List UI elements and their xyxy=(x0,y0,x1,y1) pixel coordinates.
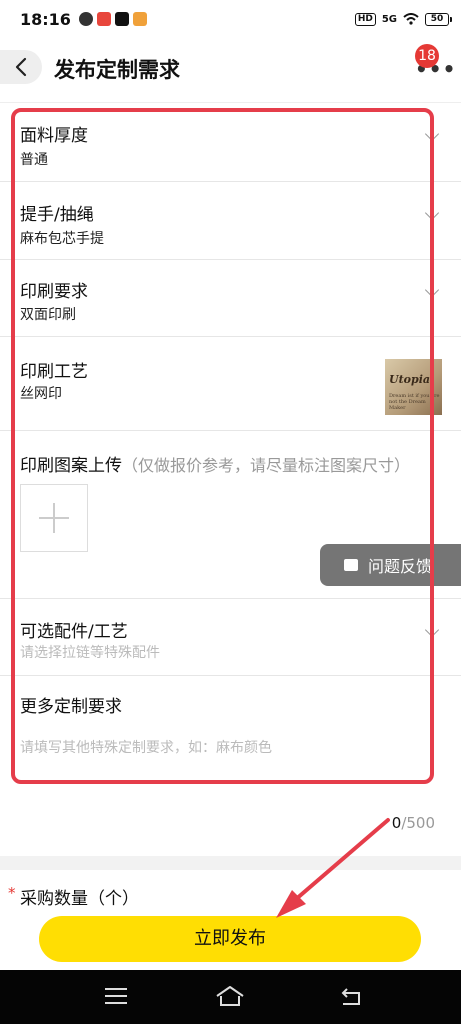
pattern-upload-label: 印刷图案上传（仅做报价参考，请尽量标注图案尺寸） xyxy=(20,451,410,476)
battery-icon: 50 xyxy=(425,12,452,26)
status-time: 18:16 xyxy=(20,9,71,29)
signal-indicator: 5G xyxy=(381,13,397,25)
more-menu-button[interactable]: ••• 18 xyxy=(413,44,455,79)
print-requirement-value: 双面印刷 xyxy=(20,307,76,323)
fabric-thickness-label: 面料厚度 xyxy=(20,126,88,146)
required-mark: * xyxy=(8,884,16,902)
page-title: 发布定制需求 xyxy=(54,58,180,82)
notification-badge: 18 xyxy=(415,44,439,68)
pattern-upload-title: 印刷图案上传 xyxy=(20,456,122,476)
fabric-thickness-value: 普通 xyxy=(20,152,48,168)
back-nav-icon[interactable] xyxy=(338,984,364,1008)
more-requirements-label: 更多定制要求 xyxy=(20,697,122,717)
print-process-value: 丝网印 xyxy=(20,386,62,402)
chevron-down-icon xyxy=(424,205,440,221)
handle-rope-label: 提手/抽绳 xyxy=(20,205,94,225)
chevron-down-icon xyxy=(424,282,440,298)
print-requirement-label: 印刷要求 xyxy=(20,282,88,302)
hd-indicator: HD xyxy=(354,12,376,26)
quantity-label: 采购数量（个） xyxy=(20,889,139,909)
back-button[interactable] xyxy=(0,50,42,84)
chevron-left-icon xyxy=(15,57,27,77)
thumbnail-subtext: Dream ist if you are not the Dream Maker xyxy=(389,393,440,411)
print-requirement-row[interactable]: 印刷要求 双面印刷 xyxy=(0,260,461,337)
plus-icon-vertical xyxy=(53,503,55,533)
section-separator xyxy=(0,856,461,870)
char-count-max: /500 xyxy=(401,814,435,832)
handle-rope-value: 麻布包芯手提 xyxy=(20,231,104,247)
publish-button[interactable]: 立即发布 xyxy=(39,916,421,962)
shop-app-icon xyxy=(96,12,111,26)
optional-parts-row[interactable]: 可选配件/工艺 请选择拉链等特殊配件 xyxy=(0,599,461,676)
optional-parts-label: 可选配件/工艺 xyxy=(20,622,128,642)
menu-icon[interactable] xyxy=(105,988,127,1004)
status-app-icons xyxy=(78,12,147,26)
page-header: 发布定制需求 ••• 18 xyxy=(0,38,461,102)
status-indicators: HD 5G 50 xyxy=(354,12,452,26)
chat-bubble-icon xyxy=(344,554,358,571)
more-requirements-textarea[interactable]: 请填写其他特殊定制要求，如：麻布颜色 xyxy=(20,737,272,757)
tiktok-app-icon xyxy=(114,12,129,26)
handle-rope-row[interactable]: 提手/抽绳 麻布包芯手提 xyxy=(0,182,461,260)
weibo-app-icon xyxy=(132,12,147,26)
thumbnail-title: Utopia xyxy=(389,373,431,386)
status-bar: 18:16 HD 5G 50 xyxy=(0,0,461,38)
print-process-row[interactable]: 印刷工艺 丝网印 Utopia Dream ist if you are not… xyxy=(0,337,461,431)
home-icon[interactable] xyxy=(214,984,246,1008)
wifi-icon xyxy=(403,13,419,25)
system-nav-bar xyxy=(0,970,461,1024)
char-counter: 0/500 xyxy=(392,814,435,832)
optional-parts-placeholder: 请选择拉链等特殊配件 xyxy=(20,645,160,661)
image-upload-button[interactable] xyxy=(20,484,88,552)
feedback-label: 问题反馈 xyxy=(368,557,433,576)
chevron-down-icon xyxy=(424,622,440,638)
chevron-down-icon xyxy=(424,126,440,142)
feedback-button[interactable]: 问题反馈 xyxy=(320,544,461,586)
char-count-current: 0 xyxy=(391,814,402,832)
print-process-label: 印刷工艺 xyxy=(20,362,88,382)
fabric-thickness-row[interactable]: 面料厚度 普通 xyxy=(0,103,461,182)
pattern-upload-hint: （仅做报价参考，请尽量标注图案尺寸） xyxy=(122,456,411,475)
print-process-thumbnail[interactable]: Utopia Dream ist if you are not the Drea… xyxy=(385,359,442,415)
chat-app-icon xyxy=(78,12,93,26)
